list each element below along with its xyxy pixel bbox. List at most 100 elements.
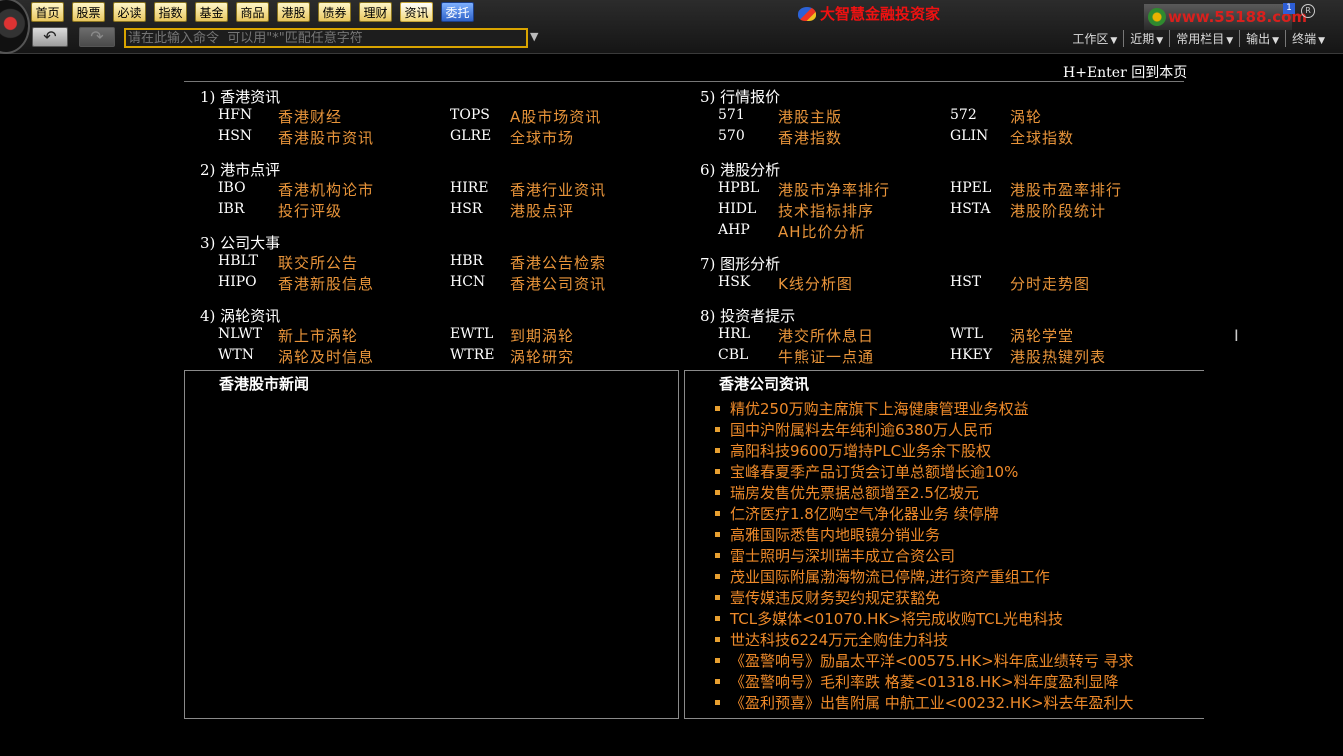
command-link[interactable]: 港股市盈率排行 bbox=[1010, 179, 1122, 200]
panel-title: 香港公司资讯 bbox=[719, 375, 810, 393]
command-link[interactable]: 香港新股信息 bbox=[278, 273, 374, 294]
news-item[interactable]: 雷士照明与深圳瑞丰成立合资公司 bbox=[715, 546, 1204, 567]
command-link[interactable]: 香港公告检索 bbox=[510, 252, 606, 273]
news-item[interactable]: 国中沪附属料去年纯利逾6380万人民币 bbox=[715, 420, 1204, 441]
command-link[interactable]: 全球指数 bbox=[1010, 127, 1074, 148]
command-dropdown-icon[interactable]: ▼ bbox=[530, 30, 538, 43]
command-code: HSR bbox=[450, 201, 483, 217]
menu-terminal[interactable]: 终端 ▼ bbox=[1285, 30, 1331, 47]
command-link[interactable]: 港股阶段统计 bbox=[1010, 200, 1106, 221]
menu-output[interactable]: 输出 ▼ bbox=[1239, 30, 1285, 47]
command-link[interactable]: 涡轮研究 bbox=[510, 346, 574, 367]
section-title-hk-analysis: 6) 港股分析 bbox=[700, 161, 781, 179]
caret-down-icon: ▼ bbox=[1226, 36, 1234, 46]
app-logo[interactable] bbox=[0, 0, 30, 54]
command-code: HRL bbox=[718, 326, 751, 342]
command-link[interactable]: AH比价分析 bbox=[778, 221, 866, 242]
command-input[interactable] bbox=[124, 28, 528, 48]
command-code: WTN bbox=[218, 347, 254, 363]
bullet-icon bbox=[715, 616, 720, 621]
menu-recent[interactable]: 近期 ▼ bbox=[1123, 30, 1169, 47]
command-link[interactable]: 香港机构论市 bbox=[278, 179, 374, 200]
command-link[interactable]: 港交所休息日 bbox=[778, 325, 874, 346]
nav-index-button[interactable]: 指数 bbox=[154, 2, 187, 22]
nav-home-button[interactable]: 首页 bbox=[31, 2, 64, 22]
command-link[interactable]: 全球市场 bbox=[510, 127, 574, 148]
menu-label: 终端 bbox=[1292, 32, 1317, 46]
bullet-icon bbox=[715, 595, 720, 600]
nav-wealth-button[interactable]: 理财 bbox=[359, 2, 392, 22]
news-item[interactable]: 壹传媒违反财务契约规定获豁免 bbox=[715, 588, 1204, 609]
news-item[interactable]: 宝峰春夏季产品订货会订单总额增长逾10% bbox=[715, 462, 1204, 483]
command-link[interactable]: 技术指标排序 bbox=[778, 200, 874, 221]
nav-news-button[interactable]: 资讯 bbox=[400, 2, 433, 22]
command-link[interactable]: 新上市涡轮 bbox=[278, 325, 358, 346]
command-link[interactable]: 到期涡轮 bbox=[510, 325, 574, 346]
nav-hk-stocks-button[interactable]: 港股 bbox=[277, 2, 310, 22]
forward-button[interactable]: ↷ bbox=[79, 27, 115, 47]
section-title-quotes: 5) 行情报价 bbox=[700, 88, 781, 106]
nav-stocks-button[interactable]: 股票 bbox=[72, 2, 105, 22]
command-code: HPBL bbox=[718, 180, 760, 196]
nav-must-read-button[interactable]: 必读 bbox=[113, 2, 146, 22]
command-code: HIRE bbox=[450, 180, 489, 196]
command-code: WTRE bbox=[450, 347, 495, 363]
command-link[interactable]: K线分析图 bbox=[778, 273, 853, 294]
notification-badge[interactable]: 1 bbox=[1283, 3, 1295, 14]
command-link[interactable]: 香港股市资讯 bbox=[278, 127, 374, 148]
command-link[interactable]: 联交所公告 bbox=[278, 252, 358, 273]
news-item[interactable]: 瑞房发售优先票据总额增至2.5亿坡元 bbox=[715, 483, 1204, 504]
news-item[interactable]: 《盈利预喜》出售附属 中航工业<00232.HK>料去年盈利大 bbox=[715, 693, 1204, 714]
nav-commodities-button[interactable]: 商品 bbox=[236, 2, 269, 22]
bullet-icon bbox=[715, 406, 720, 411]
nav-trade-button[interactable]: 委托 bbox=[441, 2, 474, 22]
news-item[interactable]: 仁济医疗1.8亿购空气净化器业务 续停牌 bbox=[715, 504, 1204, 525]
news-item[interactable]: 茂业国际附属渤海物流已停牌,进行资产重组工作 bbox=[715, 567, 1204, 588]
news-headline: 仁济医疗1.8亿购空气净化器业务 续停牌 bbox=[730, 505, 999, 523]
command-link[interactable]: 涡轮 bbox=[1010, 106, 1042, 127]
command-code: HCN bbox=[450, 274, 486, 290]
bullet-icon bbox=[715, 427, 720, 432]
command-link[interactable]: 投行评级 bbox=[278, 200, 342, 221]
back-arrow-icon: ↶ bbox=[43, 27, 57, 46]
command-code: NLWT bbox=[218, 326, 263, 342]
nav-bonds-button[interactable]: 债券 bbox=[318, 2, 351, 22]
news-item[interactable]: 高阳科技9600万增持PLC业务余下股权 bbox=[715, 441, 1204, 462]
command-link[interactable]: 港股点评 bbox=[510, 200, 574, 221]
menu-common-columns[interactable]: 常用栏目 ▼ bbox=[1169, 30, 1239, 47]
command-code: CBL bbox=[718, 347, 749, 363]
news-headline: 高阳科技9600万增持PLC业务余下股权 bbox=[730, 442, 992, 460]
command-link[interactable]: 涡轮学堂 bbox=[1010, 325, 1074, 346]
news-item[interactable]: 精优250万购主席旗下上海健康管理业务权益 bbox=[715, 399, 1204, 420]
divider bbox=[184, 81, 1184, 82]
news-item[interactable]: 《盈警响号》毛利率跌 格菱<01318.HK>料年度盈利显降 bbox=[715, 672, 1204, 693]
command-link[interactable]: 香港指数 bbox=[778, 127, 842, 148]
command-link[interactable]: 港股主版 bbox=[778, 106, 842, 127]
section-title-investor-tips: 8) 投资者提示 bbox=[700, 307, 796, 325]
command-link[interactable]: 香港公司资讯 bbox=[510, 273, 606, 294]
news-item[interactable]: 《盈警响号》励晶太平洋<00575.HK>料年底业绩转亏 寻求 bbox=[715, 651, 1204, 672]
command-link[interactable]: 分时走势图 bbox=[1010, 273, 1090, 294]
news-headline: 世达科技6224万元全购佳力科技 bbox=[730, 631, 949, 649]
back-button[interactable]: ↶ bbox=[32, 27, 68, 47]
command-link[interactable]: 牛熊证一点通 bbox=[778, 346, 874, 367]
section-title-hk-news: 1) 香港资讯 bbox=[200, 88, 281, 106]
news-item[interactable]: 高雅国际悉售内地眼镜分销业务 bbox=[715, 525, 1204, 546]
news-item[interactable]: 世达科技6224万元全购佳力科技 bbox=[715, 630, 1204, 651]
command-code: HIDL bbox=[718, 201, 757, 217]
command-link[interactable]: 港股市净率排行 bbox=[778, 179, 890, 200]
site-banner[interactable]: www.55188.com bbox=[1144, 4, 1307, 30]
command-code: EWTL bbox=[450, 326, 494, 342]
menu-label: 输出 bbox=[1246, 32, 1271, 46]
return-hint: H+Enter 回到本页 bbox=[1063, 65, 1188, 81]
command-link[interactable]: 涡轮及时信息 bbox=[278, 346, 374, 367]
command-link[interactable]: 港股热键列表 bbox=[1010, 346, 1106, 367]
caret-down-icon: ▼ bbox=[1318, 36, 1325, 46]
menu-workspace[interactable]: 工作区 ▼ bbox=[1066, 30, 1123, 47]
command-link[interactable]: A股市场资讯 bbox=[510, 106, 601, 127]
nav-funds-button[interactable]: 基金 bbox=[195, 2, 228, 22]
command-link[interactable]: 香港财经 bbox=[278, 106, 342, 127]
news-item[interactable]: TCL多媒体<01070.HK>将完成收购TCL光电科技 bbox=[715, 609, 1204, 630]
command-code: 571 bbox=[718, 107, 745, 123]
command-link[interactable]: 香港行业资讯 bbox=[510, 179, 606, 200]
